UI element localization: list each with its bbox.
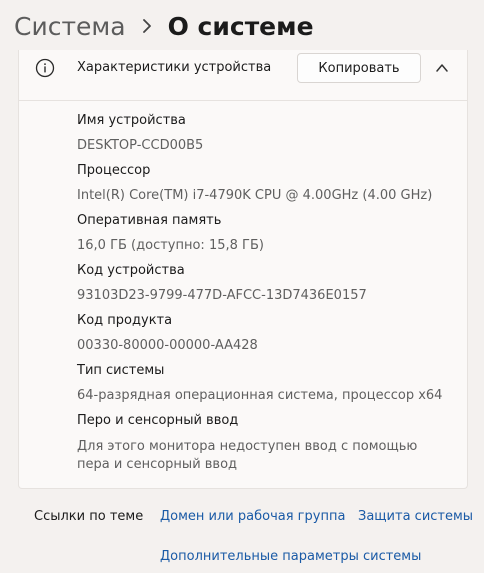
spec-value-device-id: 93103D23-9799-477D-AFCC-13D7436E0157 bbox=[77, 288, 367, 303]
spec-value-device-name: DESKTOP-CCD00B5 bbox=[77, 138, 204, 153]
link-advanced-system-settings[interactable]: Дополнительные параметры системы bbox=[160, 549, 421, 564]
spec-label-system-type: Тип системы bbox=[77, 363, 165, 378]
spec-value-product-id: 00330-80000-00000-AA428 bbox=[77, 338, 258, 353]
spec-label-device-id: Код устройства bbox=[77, 263, 185, 278]
spec-value-pen-touch: Для этого монитора недоступен ввод с пом… bbox=[77, 439, 418, 472]
spec-label-product-id: Код продукта bbox=[77, 313, 173, 328]
breadcrumb: Система О системе bbox=[14, 6, 314, 46]
spec-value-system-type: 64-разрядная операционная система, проце… bbox=[77, 388, 443, 403]
spec-label-ram: Оперативная память bbox=[77, 213, 222, 228]
chevron-right-icon bbox=[142, 19, 152, 33]
device-specs-card: Характеристики устройства Копировать Имя… bbox=[18, 50, 468, 489]
info-icon bbox=[35, 58, 55, 78]
spec-label-processor: Процессор bbox=[77, 163, 151, 178]
about-page: Система О системе Характеристики устройс… bbox=[0, 0, 484, 573]
link-system-protection[interactable]: Защита системы bbox=[358, 509, 473, 524]
spec-label-pen-touch: Перо и сенсорный ввод bbox=[77, 413, 239, 428]
copy-button[interactable]: Копировать bbox=[297, 53, 421, 83]
spec-value-processor: Intel(R) Core(TM) i7-4790K CPU @ 4.00GHz… bbox=[77, 188, 433, 203]
page-title: О системе bbox=[167, 11, 314, 41]
device-specs-header[interactable]: Характеристики устройства Копировать bbox=[19, 50, 467, 101]
spec-value-ram: 16,0 ГБ (доступно: 15,8 ГБ) bbox=[77, 238, 264, 253]
related-links-label: Ссылки по теме bbox=[34, 509, 144, 524]
related-links-section: Ссылки по теме Домен или рабочая группа … bbox=[18, 490, 473, 573]
chevron-up-icon[interactable] bbox=[435, 60, 449, 74]
device-specs-title: Характеристики устройства bbox=[77, 60, 272, 75]
breadcrumb-system[interactable]: Система bbox=[14, 12, 126, 41]
link-domain-workgroup[interactable]: Домен или рабочая группа bbox=[160, 509, 345, 524]
spec-label-device-name: Имя устройства bbox=[77, 113, 186, 128]
